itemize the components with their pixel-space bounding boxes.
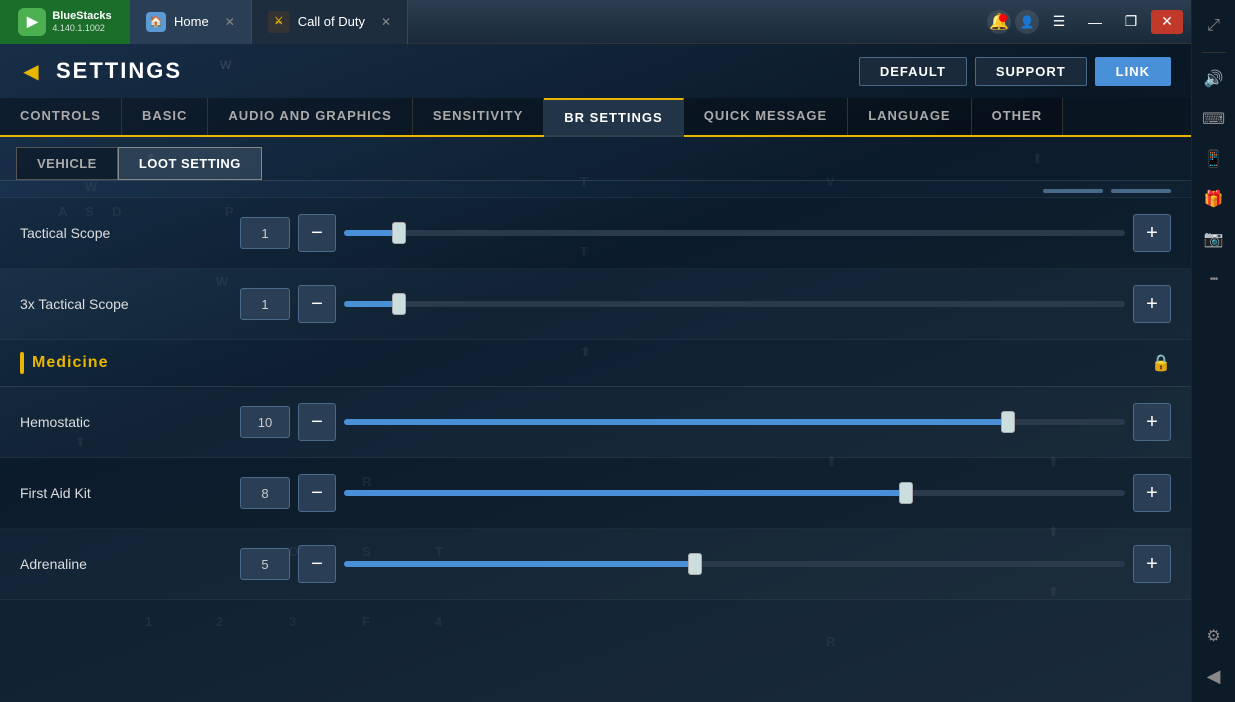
3x-tactical-scope-minus[interactable]: − [298,285,336,323]
first-aid-kit-plus[interactable]: + [1133,474,1171,512]
subtab-loot-setting[interactable]: LOOT SETTING [118,147,262,180]
cod-tab-icon: ⚔ [268,11,290,33]
gear-sidebar-btn[interactable]: ⚙ [1196,618,1232,654]
default-button[interactable]: DEFAULT [859,57,967,86]
tab-audio-graphics[interactable]: AUDIO AND GRAPHICS [208,98,412,135]
3x-tactical-scope-row: 3x Tactical Scope 1 − + [0,269,1191,340]
adrenaline-controls: 5 − + [240,545,1171,583]
hemostatic-label: Hemostatic [20,414,240,430]
home-tab-close[interactable]: ✕ [225,15,235,29]
nav-tabs: CONTROLS BASIC AUDIO AND GRAPHICS SENSIT… [0,98,1191,137]
home-tab-label: Home [174,14,209,29]
adrenaline-minus[interactable]: − [298,545,336,583]
medicine-section-icon: 🔒 [1151,353,1171,373]
tab-br-settings[interactable]: BR SETTINGS [544,98,683,137]
notification-button[interactable]: 🔔 [987,10,1011,34]
first-aid-kit-controls: 8 − + [240,474,1171,512]
tactical-scope-plus[interactable]: + [1133,214,1171,252]
first-aid-kit-minus[interactable]: − [298,474,336,512]
more-sidebar-btn[interactable]: ••• [1196,261,1232,297]
keyboard-sidebar-btn[interactable]: ⌨ [1196,101,1232,137]
adrenaline-label: Adrenaline [20,556,240,572]
hemostatic-plus[interactable]: + [1133,403,1171,441]
tab-other[interactable]: OTHER [972,98,1064,135]
3x-tactical-scope-plus[interactable]: + [1133,285,1171,323]
app-version: 4.140.1.1002 [52,23,111,33]
3x-tactical-scope-controls: 1 − + [240,285,1171,323]
hemostatic-controls: 10 − + [240,403,1171,441]
tab-cod[interactable]: ⚔ Call of Duty ✕ [252,0,408,44]
first-aid-kit-row: First Aid Kit 8 − + [0,458,1191,529]
tactical-scope-label: Tactical Scope [20,225,240,241]
gift-sidebar-btn[interactable]: 🎁 [1196,181,1232,217]
tab-home[interactable]: 🏠 Home ✕ [130,0,252,44]
gamepad-sidebar-btn[interactable]: 📱 [1196,141,1232,177]
camera-sidebar-btn[interactable]: 📷 [1196,221,1232,257]
right-sidebar: ⤢ 🔊 ⌨ 📱 🎁 📷 ••• ⚙ ◀ [1191,0,1235,702]
tab-quick-message[interactable]: QUICK MESSAGE [684,98,849,135]
window-controls: 🔔 👤 ☰ — ❐ ✕ [987,10,1191,34]
tab-sensitivity[interactable]: SENSITIVITY [413,98,544,135]
tactical-scope-row: Tactical Scope 1 − + [0,198,1191,269]
hemostatic-minus[interactable]: − [298,403,336,441]
3x-tactical-scope-label: 3x Tactical Scope [20,296,240,312]
first-aid-kit-value: 8 [240,477,290,509]
close-button[interactable]: ✕ [1151,10,1183,34]
volume-sidebar-btn[interactable]: 🔊 [1196,61,1232,97]
expand-sidebar-btn[interactable]: ⤢ [1196,8,1232,44]
subtab-vehicle[interactable]: VEHICLE [16,147,118,180]
medicine-section-indicator [20,352,24,374]
3x-tactical-scope-slider[interactable] [344,301,1125,307]
settings-back-icon[interactable]: ◀ [16,56,46,86]
settings-title-group: ◀ SETTINGS [16,56,182,86]
adrenaline-row: Adrenaline 5 − + [0,529,1191,600]
settings-header-buttons: DEFAULT SUPPORT LINK [859,57,1171,86]
first-aid-kit-slider[interactable] [344,490,1125,496]
minimize-button[interactable]: — [1079,10,1111,34]
adrenaline-slider[interactable] [344,561,1125,567]
3x-tactical-scope-value: 1 [240,288,290,320]
back-sidebar-btn[interactable]: ◀ [1196,658,1232,694]
tab-basic[interactable]: BASIC [122,98,208,135]
tactical-scope-slider[interactable] [344,230,1125,236]
sub-tabs: VEHICLE LOOT SETTING [0,137,1191,180]
title-bar: ▶ BlueStacks 4.140.1.1002 🏠 Home ✕ ⚔ Cal… [0,0,1191,44]
tab-language[interactable]: LANGUAGE [848,98,971,135]
account-button[interactable]: 👤 [1015,10,1039,34]
tactical-scope-value: 1 [240,217,290,249]
support-button[interactable]: SUPPORT [975,57,1087,86]
app-name: BlueStacks [52,10,111,23]
settings-area: W A S D ⬆ P T V ⬆ W S D T ⬆ ⬆ R R ⬆ ⬆ F … [0,44,1191,702]
bs-icon: ▶ [18,8,46,36]
sidebar-divider-1 [1202,52,1226,53]
bluestacks-logo: ▶ BlueStacks 4.140.1.1002 [0,0,130,44]
hemostatic-slider[interactable] [344,419,1125,425]
medicine-section-header: Medicine 🔒 [0,340,1191,387]
cod-tab-label: Call of Duty [298,14,365,29]
tab-controls[interactable]: CONTROLS [0,98,122,135]
cod-tab-close[interactable]: ✕ [381,15,391,29]
link-button[interactable]: LINK [1095,57,1171,86]
settings-header: ◀ SETTINGS DEFAULT SUPPORT LINK [0,44,1191,98]
menu-button[interactable]: ☰ [1043,10,1075,34]
hemostatic-value: 10 [240,406,290,438]
tactical-scope-minus[interactable]: − [298,214,336,252]
home-tab-icon: 🏠 [146,12,166,32]
first-aid-kit-label: First Aid Kit [20,485,240,501]
content-area: Tactical Scope 1 − + 3x Tactical Scope 1… [0,180,1191,702]
restore-button[interactable]: ❐ [1115,10,1147,34]
adrenaline-value: 5 [240,548,290,580]
settings-title-text: SETTINGS [56,58,182,84]
tactical-scope-controls: 1 − + [240,214,1171,252]
medicine-section-title: Medicine [32,354,108,372]
adrenaline-plus[interactable]: + [1133,545,1171,583]
hemostatic-row: W Hemostatic 10 − + [0,387,1191,458]
